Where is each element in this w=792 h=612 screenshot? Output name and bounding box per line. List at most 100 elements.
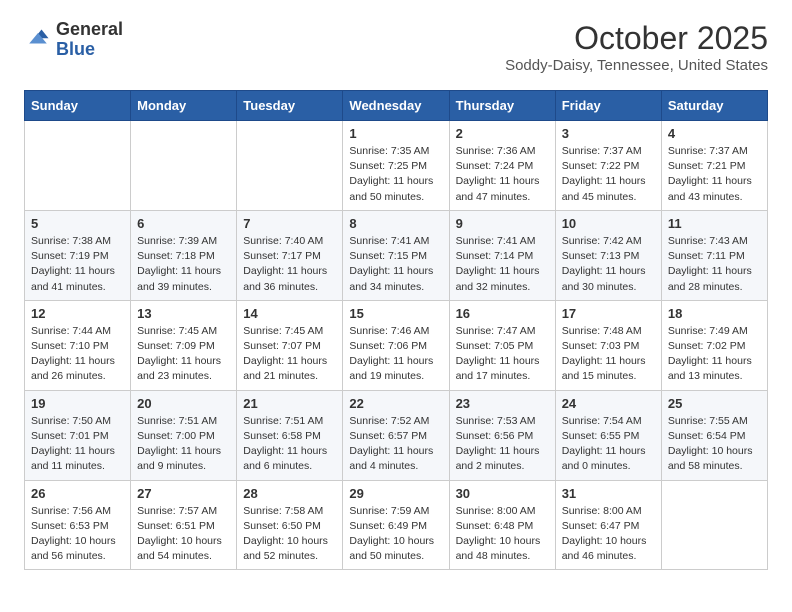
logo: General Blue (24, 20, 123, 60)
day-number: 15 (349, 306, 442, 321)
calendar-day-5: 5 Sunrise: 7:38 AM Sunset: 7:19 PM Daylig… (25, 210, 131, 300)
day-number: 23 (456, 396, 549, 411)
day-number: 31 (562, 486, 655, 501)
day-number: 25 (668, 396, 761, 411)
calendar-day-22: 22Sunrise: 7:52 AM Sunset: 6:57 PM Dayli… (343, 390, 449, 480)
calendar-day-30: 30 Sunrise: 8:00 AM Sunset: 6:48 PM Dayli… (449, 480, 555, 570)
weekday-header-tuesday: Tuesday (237, 91, 343, 121)
day-info: Sunrise: 7:50 AM Sunset: 7:01 PM Dayligh… (31, 414, 124, 475)
day-number: 26 (31, 486, 124, 501)
day-number: 12 (31, 306, 124, 321)
day-info: Sunrise: 7:45 AM Sunset: 7:09 PM Dayligh… (137, 324, 230, 385)
empty-day-cell (25, 121, 131, 211)
calendar-day-8: 8 Sunrise: 7:41 AM Sunset: 7:15 PM Daylig… (343, 210, 449, 300)
calendar-day-18: 18 Sunrise: 7:49 AM Sunset: 7:02 PM Dayli… (661, 300, 767, 390)
day-info: Sunrise: 7:43 AM Sunset: 7:11 PM Dayligh… (668, 234, 761, 295)
day-info: Sunrise: 7:52 AM Sunset: 6:57 PM Dayligh… (349, 414, 442, 475)
day-number: 13 (137, 306, 230, 321)
day-number: 5 (31, 216, 124, 231)
calendar-day-21: 21 Sunrise: 7:51 AM Sunset: 6:58 PM Dayli… (237, 390, 343, 480)
day-info: Sunrise: 7:38 AM Sunset: 7:19 PM Dayligh… (31, 234, 124, 295)
calendar-day-17: 17 Sunrise: 7:48 AM Sunset: 7:03 PM Dayli… (555, 300, 661, 390)
day-number: 19 (31, 396, 124, 411)
calendar-table: SundayMondayTuesdayWednesdayThursdayFrid… (24, 90, 768, 570)
day-info: Sunrise: 7:54 AM Sunset: 6:55 PM Dayligh… (562, 414, 655, 475)
empty-day-cell (661, 480, 767, 570)
calendar-week-row: 26 Sunrise: 7:56 AM Sunset: 6:53 PM Dayli… (25, 480, 768, 570)
day-info: Sunrise: 7:49 AM Sunset: 7:02 PM Dayligh… (668, 324, 761, 385)
day-number: 10 (562, 216, 655, 231)
calendar-week-row: 5 Sunrise: 7:38 AM Sunset: 7:19 PM Daylig… (25, 210, 768, 300)
day-info: Sunrise: 7:45 AM Sunset: 7:07 PM Dayligh… (243, 324, 336, 385)
calendar-day-1: 1Sunrise: 7:35 AM Sunset: 7:25 PM Daylig… (343, 121, 449, 211)
day-number: 7 (243, 216, 336, 231)
calendar-day-7: 7 Sunrise: 7:40 AM Sunset: 7:17 PM Daylig… (237, 210, 343, 300)
calendar-body: 1Sunrise: 7:35 AM Sunset: 7:25 PM Daylig… (25, 121, 768, 570)
weekday-header-friday: Friday (555, 91, 661, 121)
day-number: 21 (243, 396, 336, 411)
day-number: 6 (137, 216, 230, 231)
calendar-day-11: 11 Sunrise: 7:43 AM Sunset: 7:11 PM Dayli… (661, 210, 767, 300)
day-info: Sunrise: 7:47 AM Sunset: 7:05 PM Dayligh… (456, 324, 549, 385)
calendar-day-31: 31 Sunrise: 8:00 AM Sunset: 6:47 PM Dayli… (555, 480, 661, 570)
day-info: Sunrise: 7:37 AM Sunset: 7:22 PM Dayligh… (562, 144, 655, 205)
title-section: October 2025 Soddy-Daisy, Tennessee, Uni… (505, 20, 768, 74)
calendar-day-15: 15 Sunrise: 7:46 AM Sunset: 7:06 PM Dayli… (343, 300, 449, 390)
weekday-header-saturday: Saturday (661, 91, 767, 121)
calendar-day-9: 9Sunrise: 7:41 AM Sunset: 7:14 PM Daylig… (449, 210, 555, 300)
empty-day-cell (131, 121, 237, 211)
calendar-week-row: 12 Sunrise: 7:44 AM Sunset: 7:10 PM Dayli… (25, 300, 768, 390)
day-info: Sunrise: 7:36 AM Sunset: 7:24 PM Dayligh… (456, 144, 549, 205)
day-number: 16 (456, 306, 549, 321)
day-info: Sunrise: 7:51 AM Sunset: 7:00 PM Dayligh… (137, 414, 230, 475)
day-info: Sunrise: 7:35 AM Sunset: 7:25 PM Dayligh… (349, 144, 442, 205)
calendar-day-16: 16 Sunrise: 7:47 AM Sunset: 7:05 PM Dayli… (449, 300, 555, 390)
day-info: Sunrise: 7:40 AM Sunset: 7:17 PM Dayligh… (243, 234, 336, 295)
day-info: Sunrise: 7:55 AM Sunset: 6:54 PM Dayligh… (668, 414, 761, 475)
weekday-header-monday: Monday (131, 91, 237, 121)
calendar-day-10: 10 Sunrise: 7:42 AM Sunset: 7:13 PM Dayli… (555, 210, 661, 300)
weekday-header-thursday: Thursday (449, 91, 555, 121)
day-number: 14 (243, 306, 336, 321)
day-number: 17 (562, 306, 655, 321)
calendar-week-row: 19 Sunrise: 7:50 AM Sunset: 7:01 PM Dayli… (25, 390, 768, 480)
day-info: Sunrise: 7:56 AM Sunset: 6:53 PM Dayligh… (31, 504, 124, 565)
day-info: Sunrise: 7:44 AM Sunset: 7:10 PM Dayligh… (31, 324, 124, 385)
day-info: Sunrise: 7:46 AM Sunset: 7:06 PM Dayligh… (349, 324, 442, 385)
day-info: Sunrise: 7:53 AM Sunset: 6:56 PM Dayligh… (456, 414, 549, 475)
day-info: Sunrise: 7:42 AM Sunset: 7:13 PM Dayligh… (562, 234, 655, 295)
day-info: Sunrise: 8:00 AM Sunset: 6:48 PM Dayligh… (456, 504, 549, 565)
day-info: Sunrise: 7:39 AM Sunset: 7:18 PM Dayligh… (137, 234, 230, 295)
day-number: 2 (456, 126, 549, 141)
calendar-day-4: 4Sunrise: 7:37 AM Sunset: 7:21 PM Daylig… (661, 121, 767, 211)
calendar-day-20: 20Sunrise: 7:51 AM Sunset: 7:00 PM Dayli… (131, 390, 237, 480)
logo-blue-text: Blue (56, 39, 95, 59)
calendar-day-2: 2 Sunrise: 7:36 AM Sunset: 7:24 PM Daylig… (449, 121, 555, 211)
day-number: 11 (668, 216, 761, 231)
month-year-title: October 2025 (505, 20, 768, 57)
weekday-header-wednesday: Wednesday (343, 91, 449, 121)
calendar-day-24: 24Sunrise: 7:54 AM Sunset: 6:55 PM Dayli… (555, 390, 661, 480)
day-info: Sunrise: 7:51 AM Sunset: 6:58 PM Dayligh… (243, 414, 336, 475)
day-number: 4 (668, 126, 761, 141)
day-info: Sunrise: 7:57 AM Sunset: 6:51 PM Dayligh… (137, 504, 230, 565)
day-number: 8 (349, 216, 442, 231)
empty-day-cell (237, 121, 343, 211)
day-info: Sunrise: 7:48 AM Sunset: 7:03 PM Dayligh… (562, 324, 655, 385)
page-header: General Blue October 2025 Soddy-Daisy, T… (24, 20, 768, 74)
calendar-day-28: 28Sunrise: 7:58 AM Sunset: 6:50 PM Dayli… (237, 480, 343, 570)
logo-icon (24, 26, 52, 54)
calendar-day-25: 25 Sunrise: 7:55 AM Sunset: 6:54 PM Dayli… (661, 390, 767, 480)
calendar-day-3: 3Sunrise: 7:37 AM Sunset: 7:22 PM Daylig… (555, 121, 661, 211)
calendar-day-29: 29Sunrise: 7:59 AM Sunset: 6:49 PM Dayli… (343, 480, 449, 570)
day-number: 30 (456, 486, 549, 501)
day-info: Sunrise: 7:59 AM Sunset: 6:49 PM Dayligh… (349, 504, 442, 565)
logo-general-text: General (56, 19, 123, 39)
day-number: 27 (137, 486, 230, 501)
day-info: Sunrise: 8:00 AM Sunset: 6:47 PM Dayligh… (562, 504, 655, 565)
day-info: Sunrise: 7:58 AM Sunset: 6:50 PM Dayligh… (243, 504, 336, 565)
calendar-day-14: 14 Sunrise: 7:45 AM Sunset: 7:07 PM Dayli… (237, 300, 343, 390)
day-info: Sunrise: 7:41 AM Sunset: 7:15 PM Dayligh… (349, 234, 442, 295)
day-number: 18 (668, 306, 761, 321)
weekday-header-sunday: Sunday (25, 91, 131, 121)
